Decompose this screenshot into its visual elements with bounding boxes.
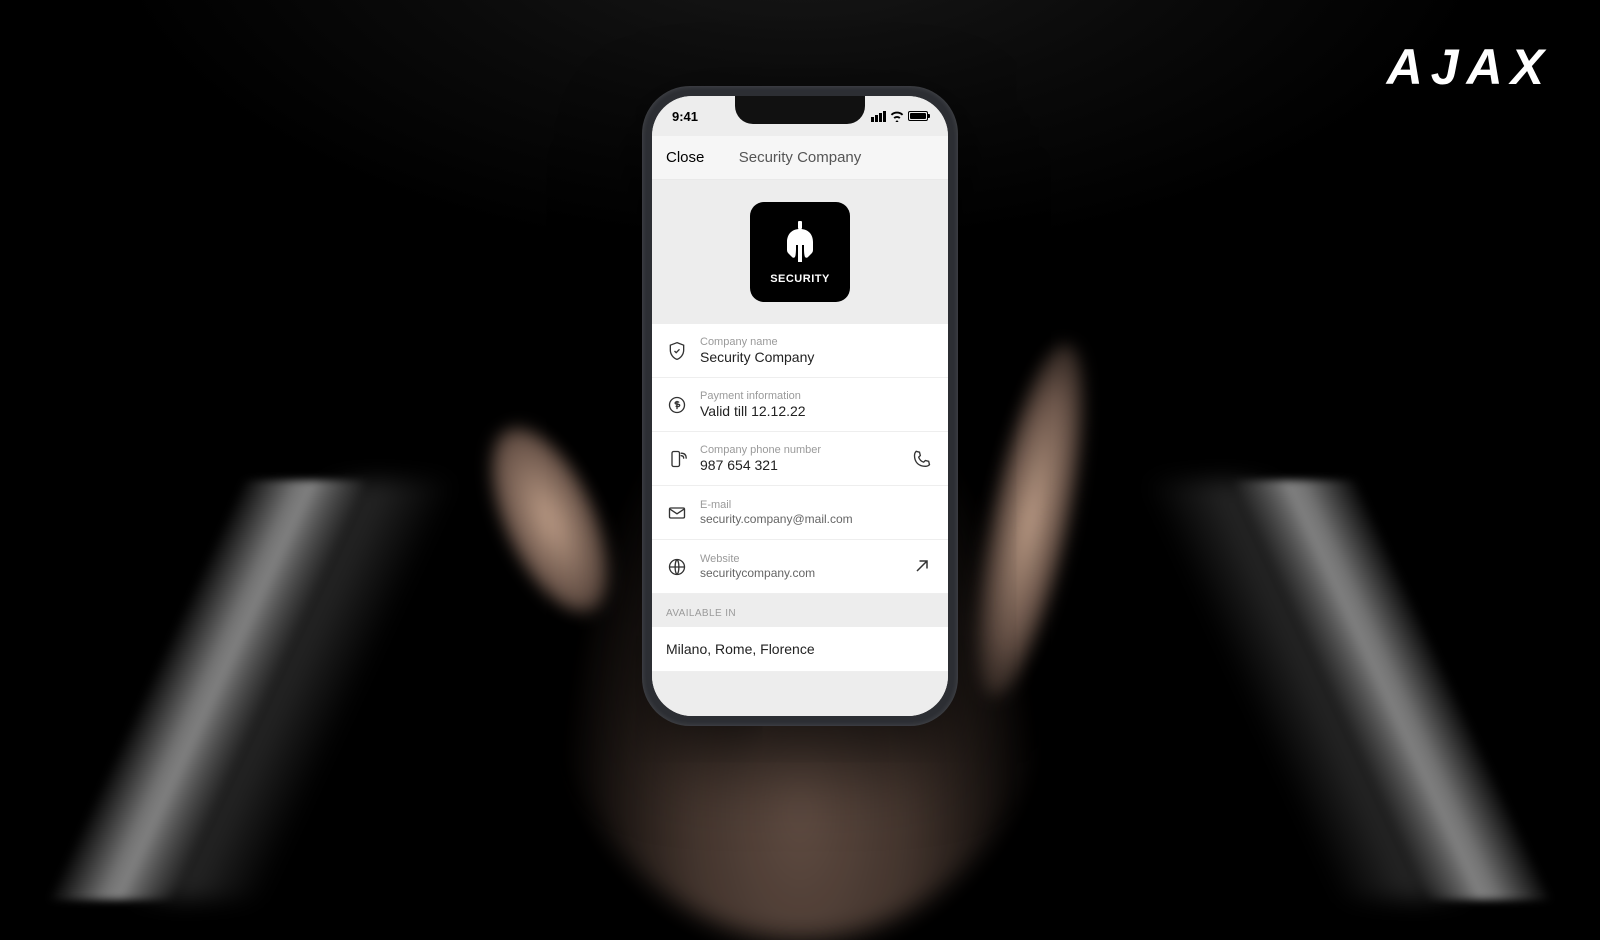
phone-frame: 9:41 Close Security Company — [642, 86, 958, 726]
status-time: 9:41 — [672, 109, 698, 124]
company-logo: SECURITY — [750, 202, 850, 302]
close-button[interactable]: Close — [666, 149, 704, 166]
row-company-name: Company name Security Company — [652, 324, 948, 378]
status-indicators — [871, 111, 928, 122]
available-cities: Milano, Rome, Florence — [652, 627, 948, 672]
phone-notch — [735, 96, 865, 124]
nav-header: Close Security Company — [652, 136, 948, 180]
company-logo-area: SECURITY — [652, 180, 948, 324]
company-name-value: Security Company — [700, 349, 934, 365]
phone-label: Company phone number — [700, 444, 900, 456]
row-website[interactable]: Website securitycompany.com — [652, 540, 948, 594]
company-logo-text: SECURITY — [770, 273, 830, 285]
dollar-circle-icon — [666, 394, 688, 416]
website-label: Website — [700, 553, 900, 565]
call-icon[interactable] — [912, 448, 934, 470]
email-value: security.company@mail.com — [700, 512, 934, 526]
screen-padding — [652, 672, 948, 716]
details-list: Company name Security Company Payment in… — [652, 324, 948, 594]
phone-device-icon — [666, 448, 688, 470]
row-phone[interactable]: Company phone number 987 654 321 — [652, 432, 948, 486]
email-label: E-mail — [700, 499, 934, 511]
wifi-icon — [890, 111, 904, 122]
row-payment: Payment information Valid till 12.12.22 — [652, 378, 948, 432]
battery-icon — [908, 111, 928, 121]
payment-value: Valid till 12.12.22 — [700, 403, 934, 419]
phone-value: 987 654 321 — [700, 457, 900, 473]
company-name-label: Company name — [700, 336, 934, 348]
row-email[interactable]: E-mail security.company@mail.com — [652, 486, 948, 540]
payment-label: Payment information — [700, 390, 934, 402]
cellular-icon — [871, 111, 886, 122]
website-value: securitycompany.com — [700, 566, 900, 580]
phone-bezel: 9:41 Close Security Company — [652, 96, 948, 716]
shield-icon — [666, 340, 688, 362]
open-link-icon[interactable] — [912, 556, 934, 578]
mail-icon — [666, 502, 688, 524]
app-screen: 9:41 Close Security Company — [652, 96, 948, 716]
brand-logo: AJAX — [1387, 38, 1552, 96]
available-header: AVAILABLE IN — [652, 594, 948, 627]
globe-icon — [666, 556, 688, 578]
helmet-icon — [779, 219, 821, 269]
